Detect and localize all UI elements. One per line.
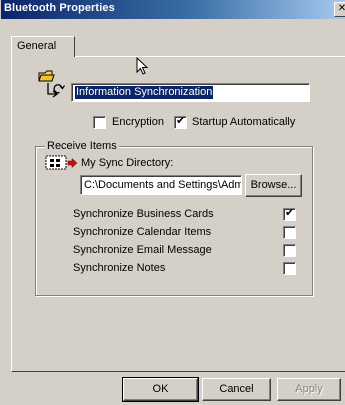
- sync-folder-icon: [38, 70, 65, 98]
- close-button[interactable]: ✕: [334, 2, 345, 17]
- sync-business-cards-label: Synchronize Business Cards: [73, 208, 214, 220]
- close-icon: ✕: [337, 3, 345, 14]
- encryption-checkbox[interactable]: [93, 116, 106, 129]
- startup-automatically-label: Startup Automatically: [192, 116, 296, 128]
- sync-directory-value: C:\Documents and Settings\Adm: [84, 179, 242, 191]
- tab-general[interactable]: General: [11, 36, 75, 57]
- cancel-button-label: Cancel: [219, 383, 254, 395]
- sync-calendar-items-label: Synchronize Calendar Items: [73, 226, 212, 238]
- encryption-label: Encryption: [112, 116, 164, 128]
- ok-button[interactable]: OK: [122, 377, 199, 402]
- window-title: Bluetooth Properties: [4, 2, 115, 14]
- service-name-field[interactable]: Information Synchronization: [71, 83, 310, 102]
- sync-directory-label: My Sync Directory:: [81, 157, 174, 169]
- apply-button[interactable]: Apply: [277, 378, 341, 401]
- apply-button-label: Apply: [295, 383, 323, 395]
- browse-button[interactable]: Browse...: [245, 174, 302, 197]
- sync-calendar-items-checkbox[interactable]: [283, 226, 296, 239]
- service-name-value: Information Synchronization: [75, 86, 214, 99]
- receive-items-title: Receive Items: [45, 140, 119, 152]
- bluetooth-properties-window: Bluetooth Properties ✕ General Informati…: [0, 0, 345, 405]
- sync-directory-field[interactable]: C:\Documents and Settings\Adm: [80, 175, 242, 195]
- cancel-button[interactable]: Cancel: [202, 378, 271, 401]
- ok-button-label: OK: [152, 383, 169, 395]
- sync-notes-label: Synchronize Notes: [73, 262, 166, 274]
- mouse-cursor-icon: [136, 57, 149, 75]
- sync-email-message-checkbox[interactable]: [283, 244, 296, 257]
- sync-business-cards-check-mark: ✔: [285, 207, 295, 219]
- tab-general-label: General: [17, 40, 57, 52]
- sync-email-message-label: Synchronize Email Message: [73, 244, 212, 256]
- startup-check-mark: ✔: [176, 115, 186, 127]
- sync-business-cards-checkbox[interactable]: ✔: [283, 207, 296, 221]
- title-bar[interactable]: Bluetooth Properties ✕: [1, 0, 345, 19]
- startup-automatically-checkbox[interactable]: ✔: [174, 115, 187, 129]
- browse-button-label: Browse...: [250, 179, 297, 191]
- directory-transfer-icon: [45, 155, 78, 170]
- sync-notes-checkbox[interactable]: [283, 262, 296, 275]
